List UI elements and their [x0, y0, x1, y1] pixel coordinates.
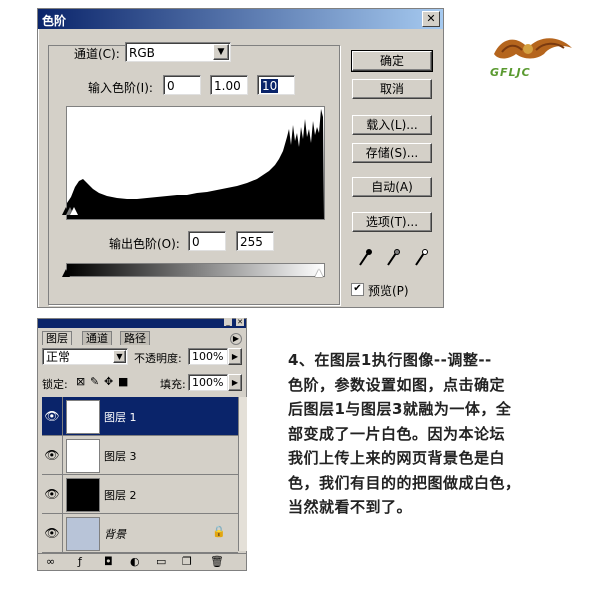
eye-icon[interactable]: 👁: [42, 397, 63, 435]
fill-field[interactable]: 100%: [188, 374, 228, 391]
auto-button[interactable]: 自动(A): [352, 177, 432, 197]
opacity-arrow-icon[interactable]: ▶: [228, 348, 242, 365]
eye-icon[interactable]: 👁: [42, 514, 63, 552]
channel-value: RGB: [129, 46, 155, 60]
levels-dialog: 色阶 ✕ 通道(C): RGB ▼ 输入色阶(I): 0 1.00 10 输出色…: [37, 8, 444, 308]
histogram-graph: [67, 109, 324, 219]
panel-title-bar[interactable]: _ ✕: [38, 318, 246, 328]
logo-text: GFLJC: [490, 66, 531, 79]
input-black-field[interactable]: 0: [163, 75, 201, 95]
blend-mode-select[interactable]: 正常 ▼: [42, 348, 128, 365]
opacity-field[interactable]: 100%: [188, 348, 228, 365]
folder-icon[interactable]: ▭: [156, 555, 166, 568]
histogram: [66, 106, 325, 220]
fill-label: 填充:: [160, 378, 186, 391]
output-white-slider[interactable]: [315, 269, 323, 277]
close-icon[interactable]: ✕: [236, 318, 244, 326]
cancel-button[interactable]: 取消: [352, 79, 432, 99]
input-levels-label: 输入色阶(I):: [88, 81, 153, 95]
layer-name: 图层 3: [104, 450, 137, 463]
input-white-value: 10: [261, 79, 279, 93]
layer-thumbnail: [66, 439, 100, 473]
output-white-field[interactable]: 255: [236, 231, 274, 251]
link-icon[interactable]: ∞: [46, 555, 55, 568]
panel-menu-icon[interactable]: ▶: [230, 333, 242, 345]
channel-label: 通道(C):: [74, 47, 120, 61]
lock-all-icon[interactable]: ■: [118, 375, 128, 388]
tab-paths[interactable]: 路径: [120, 331, 150, 345]
eye-icon[interactable]: 👁: [42, 436, 63, 474]
output-gradient: [66, 263, 325, 277]
adjustment-icon[interactable]: ◐: [130, 555, 140, 568]
layer-row[interactable]: 👁 图层 3: [42, 436, 238, 475]
layer-thumbnail: [66, 517, 100, 551]
lock-transparency-icon[interactable]: ⊠: [76, 375, 85, 388]
save-button[interactable]: 存储(S)...: [352, 143, 432, 163]
chevron-down-icon[interactable]: ▼: [113, 350, 126, 363]
text-line: 当然就看不到了。: [288, 498, 413, 516]
input-white-field[interactable]: 10: [257, 75, 295, 95]
layer-style-icon[interactable]: ƒ: [78, 555, 82, 568]
text-line: 我们上传上来的网页背景色是白: [288, 449, 506, 467]
output-black-field[interactable]: 0: [188, 231, 226, 251]
fill-arrow-icon[interactable]: ▶: [228, 374, 242, 391]
lock-paint-icon[interactable]: ✎: [90, 375, 99, 388]
scrollbar[interactable]: [238, 397, 247, 551]
options-button[interactable]: 选项(T)...: [352, 212, 432, 232]
output-black-slider[interactable]: [62, 269, 70, 277]
lock-move-icon[interactable]: ✥: [104, 375, 113, 388]
input-gamma-field[interactable]: 1.00: [210, 75, 248, 95]
layer-name: 图层 2: [104, 489, 137, 502]
layers-panel: _ ✕ 图层 通道 路径 ▶ 正常 ▼ 不透明度: 100% ▶ 锁定: ⊠ ✎…: [37, 318, 247, 571]
panel-footer: ∞ ƒ ◘ ◐ ▭ ❐ 🗑: [38, 553, 246, 570]
layer-name: 背景: [104, 528, 126, 541]
close-icon[interactable]: ✕: [422, 11, 440, 27]
layer-list: 👁 图层 1 👁 图层 3 👁 图层 2 👁 背景 🔒: [38, 397, 246, 553]
blend-mode-value: 正常: [46, 350, 71, 364]
title-bar[interactable]: 色阶 ✕: [38, 9, 443, 29]
channel-select[interactable]: RGB ▼: [125, 42, 231, 62]
text-line: 部变成了一片白色。因为本论坛: [288, 424, 506, 443]
minimize-icon[interactable]: _: [224, 318, 232, 326]
preview-checkbox[interactable]: ✔: [351, 283, 364, 296]
layer-row[interactable]: 👁 背景 🔒: [42, 514, 238, 553]
layer-row[interactable]: 👁 图层 2: [42, 475, 238, 514]
tab-layers[interactable]: 图层: [42, 331, 72, 345]
text-line: 4、在图层1执行图像--调整--: [288, 351, 492, 369]
layer-thumbnail: [66, 400, 100, 434]
trash-icon[interactable]: 🗑: [210, 555, 224, 568]
tutorial-text: 4、在图层1执行图像--调整-- 色阶，参数设置如图，点击确定 后图层1与图层3…: [288, 348, 588, 520]
preview-label: 预览(P): [368, 284, 409, 298]
ok-button[interactable]: 确定: [351, 50, 433, 72]
lock-icon: 🔒: [212, 525, 226, 538]
load-button[interactable]: 载入(L)...: [352, 115, 432, 135]
gray-eyedropper-icon: [387, 249, 400, 266]
opacity-label: 不透明度:: [134, 352, 182, 365]
dialog-title: 色阶: [42, 14, 67, 28]
mask-icon[interactable]: ◘: [104, 555, 113, 568]
new-layer-icon[interactable]: ❐: [182, 555, 192, 568]
output-levels-label: 输出色阶(O):: [109, 237, 180, 251]
text-line: 色，我们有目的的把图做成白色，: [288, 473, 521, 492]
black-eyedropper-icon: [359, 249, 372, 266]
eye-icon[interactable]: 👁: [42, 475, 63, 513]
tab-channels[interactable]: 通道: [82, 331, 112, 345]
logo-emblem: [494, 38, 572, 59]
layer-row[interactable]: 👁 图层 1: [42, 397, 238, 436]
input-white-slider[interactable]: [70, 207, 78, 215]
chevron-down-icon[interactable]: ▼: [213, 44, 229, 60]
text-line: 后图层1与图层3就融为一体，全: [288, 400, 512, 418]
text-line: 色阶，参数设置如图，点击确定: [288, 375, 506, 394]
lock-label: 锁定:: [42, 378, 68, 391]
layer-thumbnail: [66, 478, 100, 512]
layer-name: 图层 1: [104, 411, 137, 424]
white-eyedropper-icon: [415, 249, 428, 266]
eyedroppers: [359, 249, 428, 266]
